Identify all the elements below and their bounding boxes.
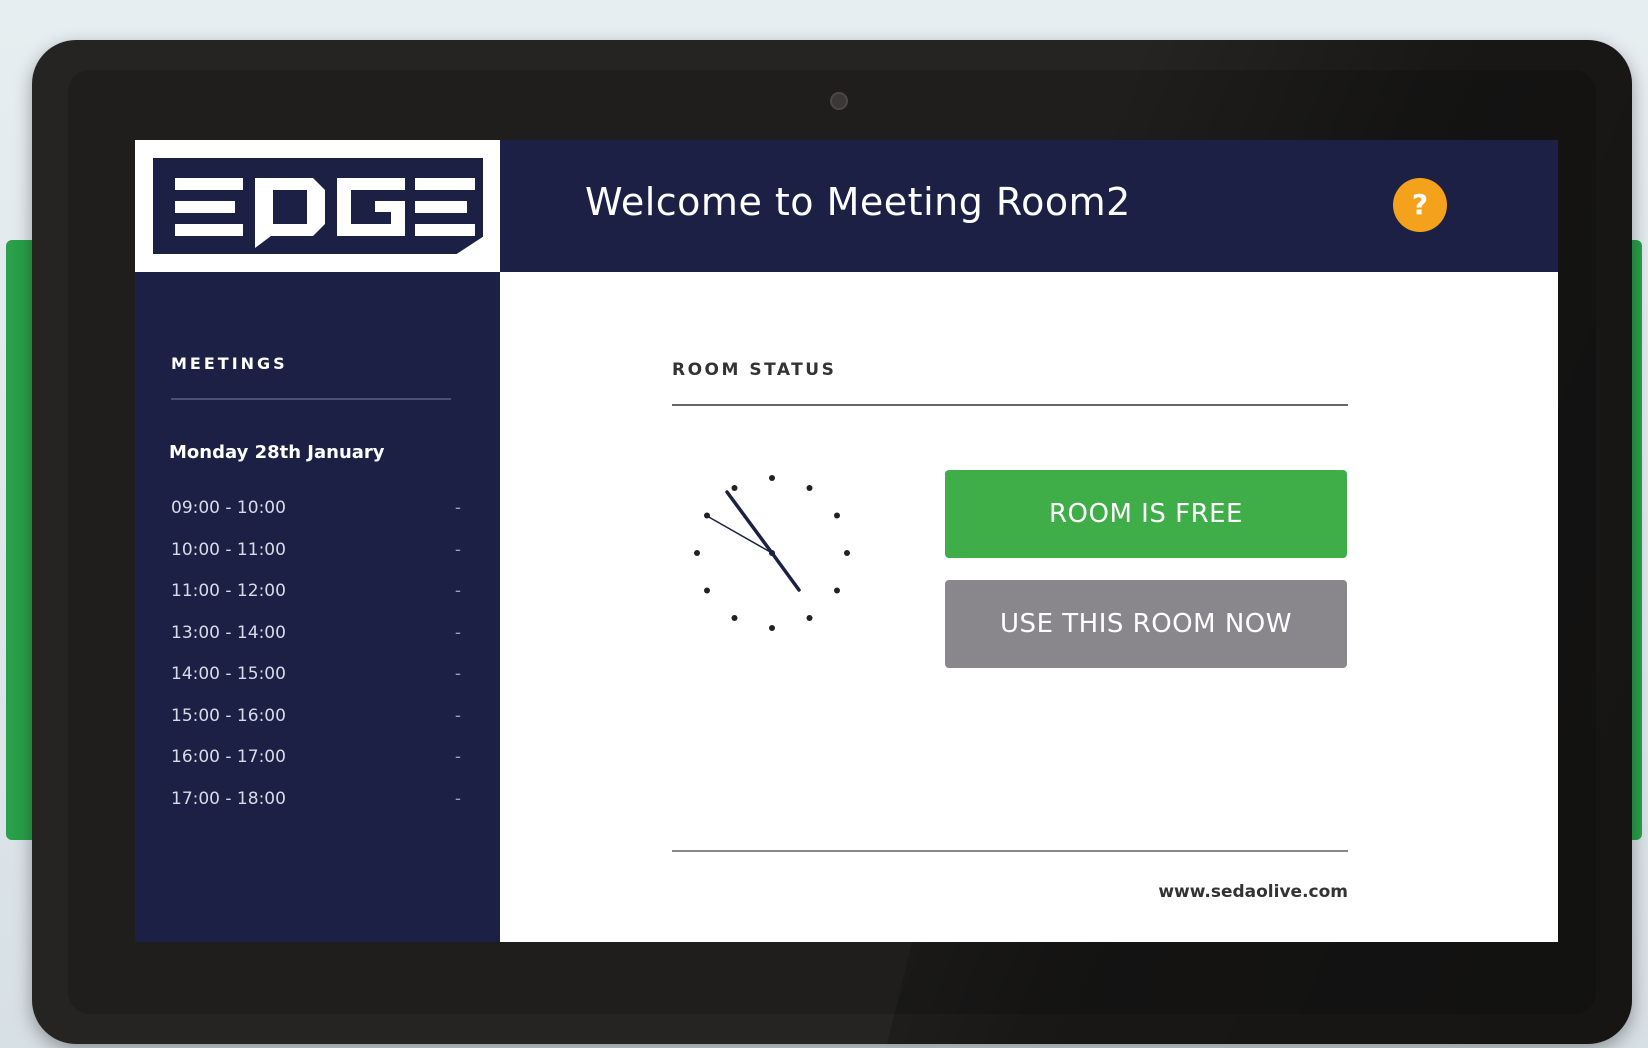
analog-clock-icon [694,475,850,631]
slot-status: - [454,540,461,560]
slot-status: - [454,664,461,684]
sidebar-divider [171,398,451,400]
meeting-slot[interactable]: 09:00 - 10:00 - [171,498,461,528]
slot-status: - [454,747,461,767]
welcome-title: Welcome to Meeting Room2 [585,180,1131,224]
edge-logo-icon [175,178,475,248]
footer-url: www.sedaolive.com [1158,882,1348,902]
slot-time: 15:00 - 16:00 [171,706,286,726]
slot-time: 10:00 - 11:00 [171,540,286,560]
meeting-slot[interactable]: 11:00 - 12:00 - [171,581,461,611]
meetings-date: Monday 28th January [169,442,385,463]
meeting-slot[interactable]: 14:00 - 15:00 - [171,664,461,694]
room-status-title: ROOM STATUS [672,360,837,380]
meeting-slot[interactable]: 13:00 - 14:00 - [171,623,461,653]
header-bar: Welcome to Meeting Room2 ? [135,140,1558,272]
slot-time: 09:00 - 10:00 [171,498,286,518]
screen: Welcome to Meeting Room2 ? MEETINGS Mond… [135,140,1558,942]
logo [135,140,500,272]
meeting-slot[interactable]: 16:00 - 17:00 - [171,747,461,777]
meeting-slot[interactable]: 17:00 - 18:00 - [171,789,461,819]
question-icon: ? [1411,188,1429,221]
room-is-free-button[interactable]: ROOM IS FREE [945,470,1347,558]
slot-time: 17:00 - 18:00 [171,789,286,809]
use-this-room-now-button[interactable]: USE THIS ROOM NOW [945,580,1347,668]
slot-time: 14:00 - 15:00 [171,664,286,684]
slot-status: - [454,623,461,643]
content-divider [672,404,1348,406]
tablet-frame: Welcome to Meeting Room2 ? MEETINGS Mond… [32,40,1632,1044]
slot-status: - [454,706,461,726]
meeting-slot[interactable]: 15:00 - 16:00 - [171,706,461,736]
meetings-sidebar: MEETINGS Monday 28th January 09:00 - 10:… [135,272,500,942]
slot-time: 16:00 - 17:00 [171,747,286,767]
meeting-slot[interactable]: 10:00 - 11:00 - [171,540,461,570]
help-button[interactable]: ? [1393,178,1447,232]
slot-status: - [454,789,461,809]
meetings-title: MEETINGS [171,354,288,373]
footer-divider [672,850,1348,852]
slot-time: 11:00 - 12:00 [171,581,286,601]
slot-status: - [454,498,461,518]
slot-status: - [454,581,461,601]
camera-icon [830,92,848,110]
slot-time: 13:00 - 14:00 [171,623,286,643]
